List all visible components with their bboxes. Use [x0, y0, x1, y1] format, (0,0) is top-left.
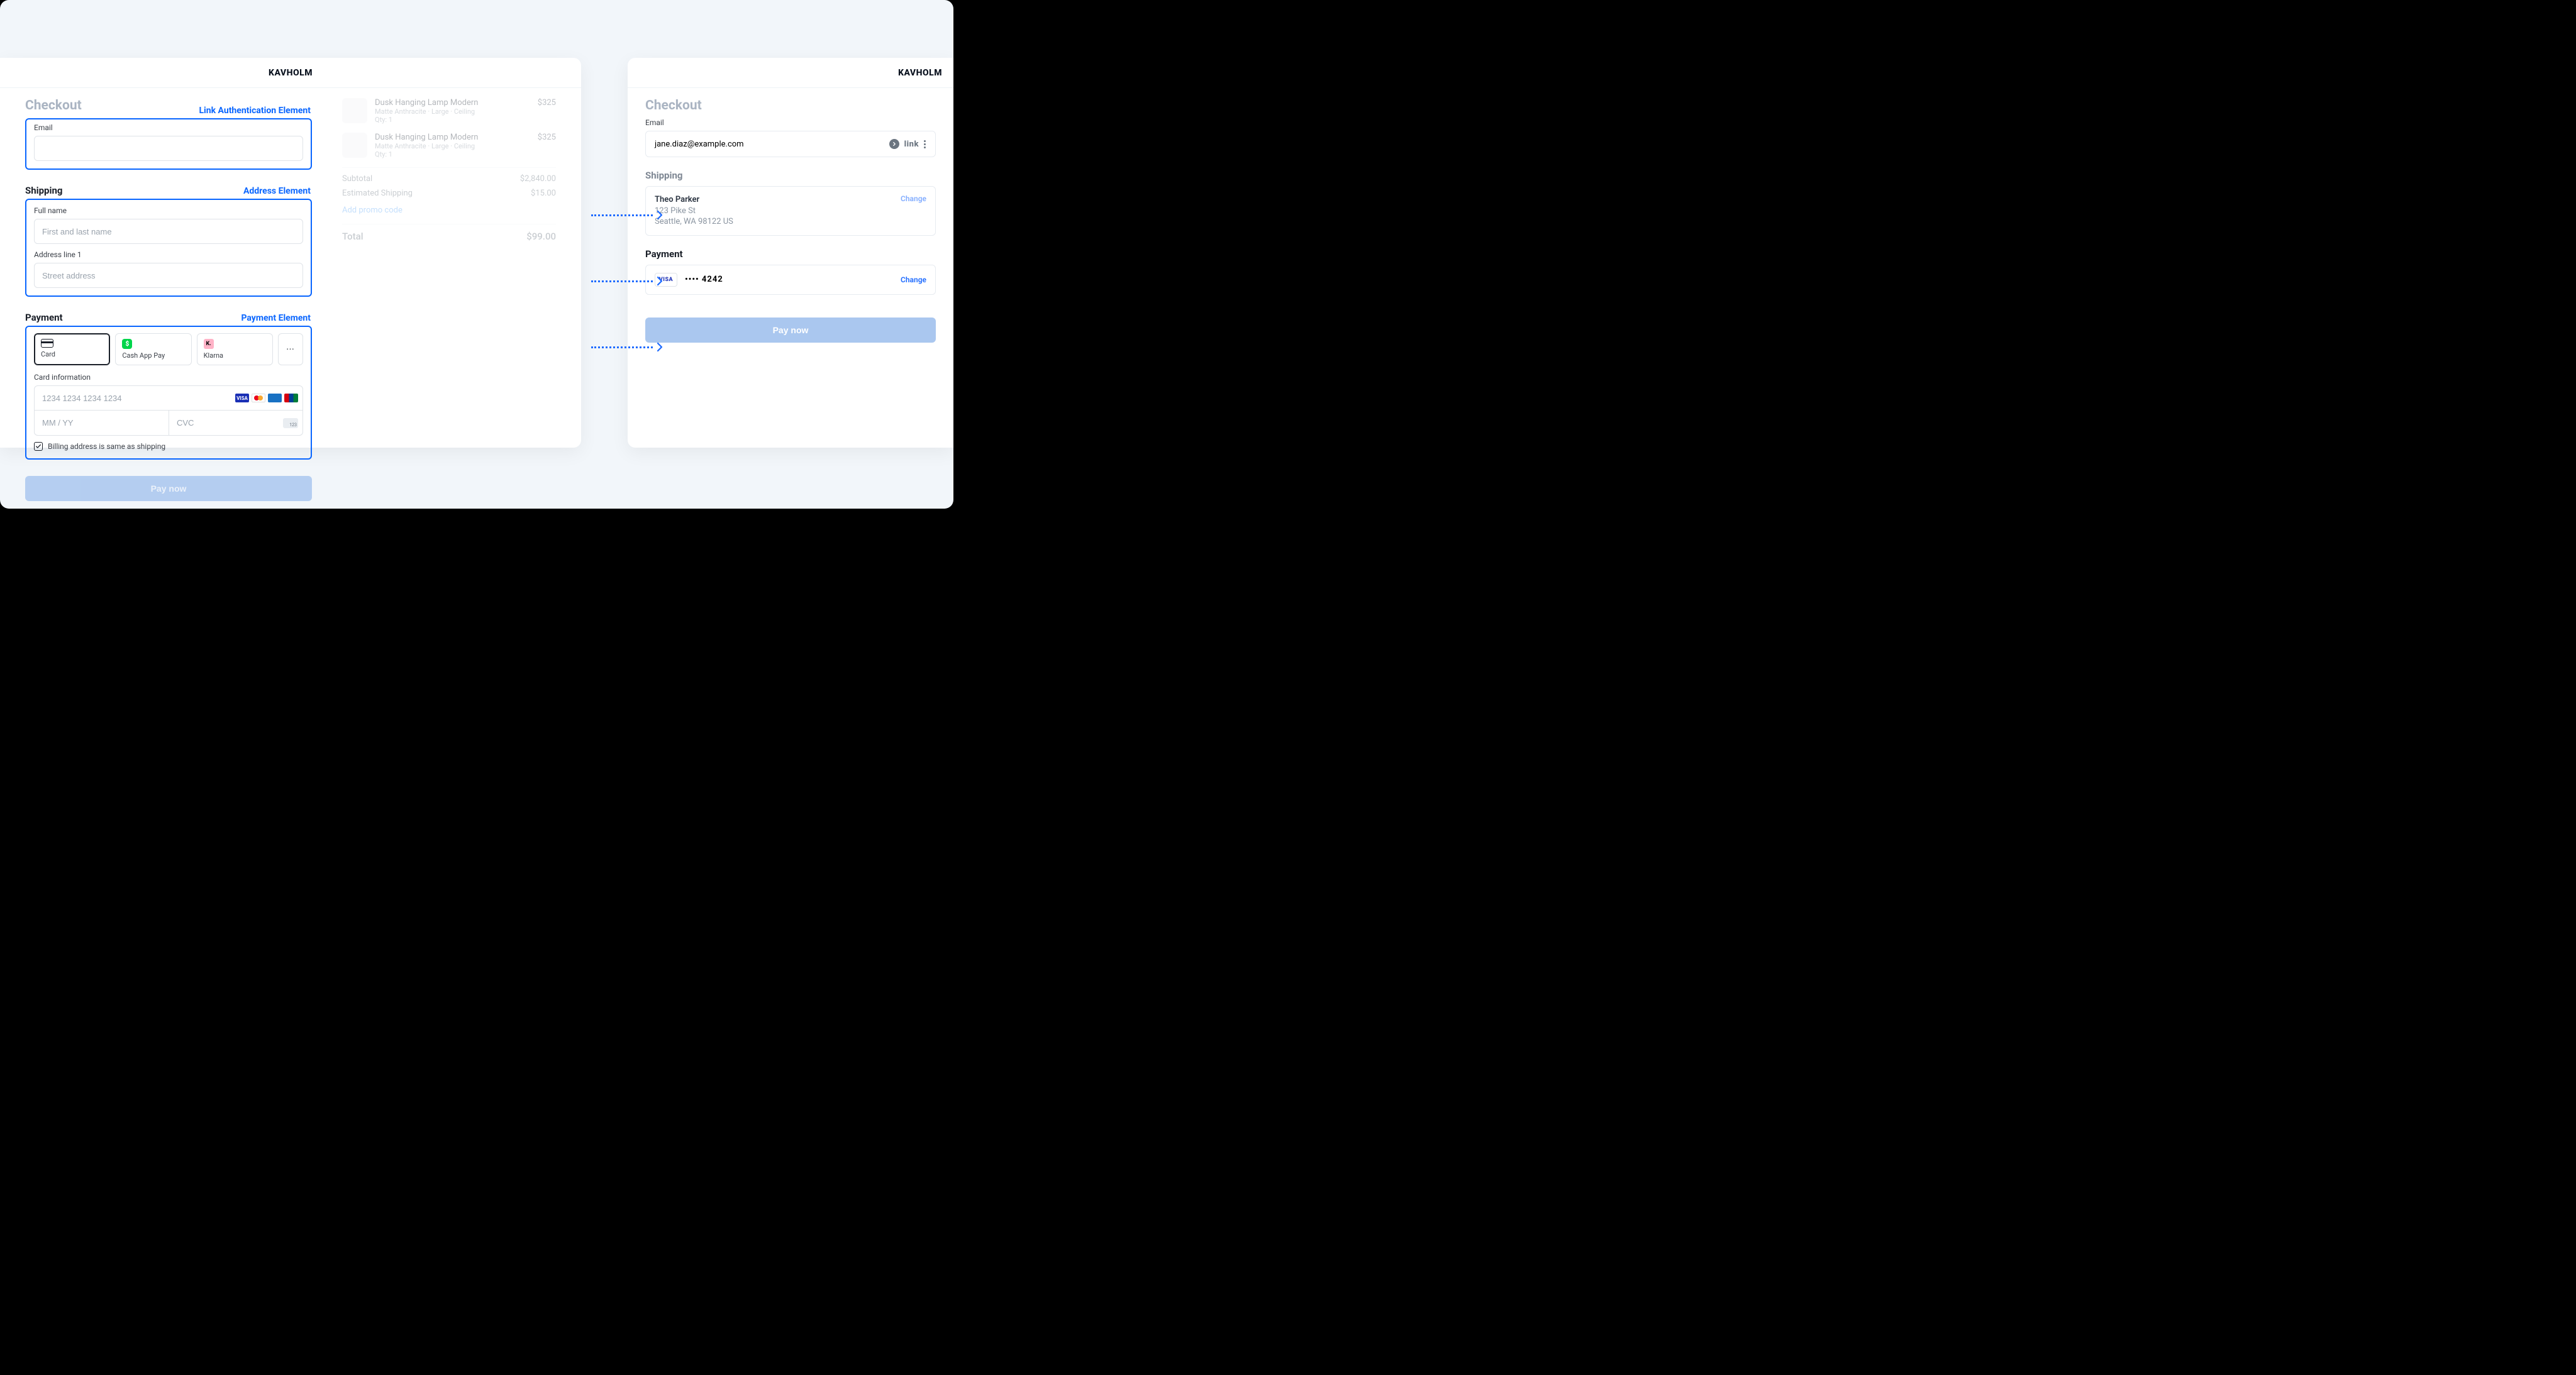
link-circle-icon	[889, 139, 899, 149]
brand-header: KAVHOLM	[628, 58, 953, 88]
brand-header: KAVHOLM	[0, 58, 581, 88]
item-qty: Qty: 1	[375, 116, 530, 124]
payment-tab-more[interactable]: ···	[278, 333, 303, 365]
item-sub: Matte Anthracite · Large · Ceiling	[375, 108, 530, 116]
payment-tab-cashapp[interactable]: $ Cash App Pay	[115, 333, 191, 365]
est-shipping-label: Estimated Shipping	[342, 189, 413, 198]
mapping-arrow	[591, 341, 665, 353]
shipping-line1: 123 Pike St	[655, 206, 733, 217]
more-icon: ···	[287, 345, 295, 353]
full-name-label: Full name	[34, 206, 303, 215]
annotation-address: Address Element	[243, 186, 311, 196]
add-promo-code-link[interactable]: Add promo code	[342, 206, 556, 215]
email-label: Email	[34, 123, 303, 132]
mapping-arrow	[591, 209, 665, 221]
divider	[342, 167, 556, 168]
payment-tab-klarna-label: Klarna	[204, 351, 266, 360]
kebab-menu-icon[interactable]	[924, 140, 926, 148]
pay-now-button[interactable]: Pay now	[645, 318, 936, 343]
est-shipping-value: $15.00	[531, 189, 556, 198]
shipping-line2: Seattle, WA 98122 US	[655, 216, 733, 228]
payment-heading: Payment	[645, 248, 936, 260]
item-sub: Matte Anthracite · Large · Ceiling	[375, 142, 530, 150]
item-title: Dusk Hanging Lamp Modern	[375, 133, 530, 142]
shipping-name: Theo Parker	[655, 194, 733, 206]
amex-icon	[268, 394, 282, 402]
subtotal-label: Subtotal	[342, 174, 372, 184]
item-qty: Qty: 1	[375, 150, 530, 158]
item-thumbnail	[342, 133, 367, 158]
check-icon	[35, 443, 42, 450]
payment-tab-klarna[interactable]: K. Klarna	[197, 333, 273, 365]
email-block: jane.diaz@example.com link	[645, 131, 936, 157]
arrow-head-icon	[654, 275, 665, 287]
payment-tab-card[interactable]: Card	[34, 333, 110, 365]
full-name-input[interactable]	[34, 219, 303, 244]
mastercard-icon	[252, 394, 265, 402]
shipping-heading: Shipping	[645, 170, 936, 181]
change-shipping-link[interactable]: Change	[901, 194, 926, 203]
klarna-icon: K.	[204, 339, 214, 349]
summary-item: Dusk Hanging Lamp Modern Matte Anthracit…	[342, 133, 556, 158]
billing-same-checkbox[interactable]	[34, 442, 43, 451]
arrow-head-icon	[654, 341, 665, 353]
shipping-block: Theo Parker 123 Pike St Seattle, WA 9812…	[645, 186, 936, 236]
summary-item: Dusk Hanging Lamp Modern Matte Anthracit…	[342, 98, 556, 124]
unionpay-icon	[284, 394, 298, 402]
annotation-link-auth: Link Authentication Element	[199, 106, 311, 116]
card-expiry-input[interactable]	[34, 411, 169, 436]
cashapp-icon: $	[122, 339, 132, 349]
total-value: $99.00	[526, 231, 556, 242]
order-summary: Dusk Hanging Lamp Modern Matte Anthracit…	[342, 98, 556, 501]
payment-tab-card-label: Card	[41, 350, 103, 358]
link-logo: link	[904, 140, 919, 149]
address-element-box: Address Element Full name Address line 1	[25, 199, 312, 297]
link-auth-element-box: Link Authentication Element Email	[25, 118, 312, 170]
cvc-hint-icon	[283, 418, 298, 428]
address-line1-input[interactable]	[34, 263, 303, 288]
checkout-panel-before: KAVHOLM Checkout Link Authentication Ele…	[0, 58, 581, 448]
card-icon	[41, 339, 53, 348]
email-input[interactable]	[34, 136, 303, 161]
visa-icon: VISA	[235, 394, 249, 402]
subtotal-value: $2,840.00	[520, 174, 556, 184]
card-last4: •••• 4242	[685, 275, 723, 284]
address-line1-label: Address line 1	[34, 250, 303, 259]
arrow-head-icon	[654, 209, 665, 221]
diagram-stage: KAVHOLM Checkout Link Authentication Ele…	[0, 0, 953, 509]
pay-now-button[interactable]: Pay now	[25, 476, 312, 501]
item-title: Dusk Hanging Lamp Modern	[375, 98, 530, 108]
change-payment-link[interactable]: Change	[901, 275, 926, 284]
total-label: Total	[342, 231, 364, 242]
item-price: $325	[538, 98, 556, 124]
shipping-heading: Shipping	[25, 185, 62, 196]
checkout-panel-after: KAVHOLM Checkout Email jane.diaz@example…	[628, 58, 953, 448]
annotation-payment: Payment Element	[241, 313, 311, 323]
payment-block: VISA •••• 4242 Change	[645, 265, 936, 295]
payment-tab-cashapp-label: Cash App Pay	[122, 351, 184, 360]
payment-element-box: Payment Element Card $ Cash App Pay K.	[25, 326, 312, 460]
item-price: $325	[538, 133, 556, 158]
card-network-icons: VISA	[235, 394, 298, 402]
payment-heading: Payment	[25, 312, 63, 323]
card-info-label: Card information	[34, 373, 303, 382]
email-value: jane.diaz@example.com	[655, 140, 744, 149]
email-label: Email	[645, 118, 936, 127]
billing-same-label: Billing address is same as shipping	[48, 442, 165, 451]
mapping-arrow	[591, 275, 665, 287]
checkout-title: Checkout	[645, 98, 936, 113]
item-thumbnail	[342, 98, 367, 123]
